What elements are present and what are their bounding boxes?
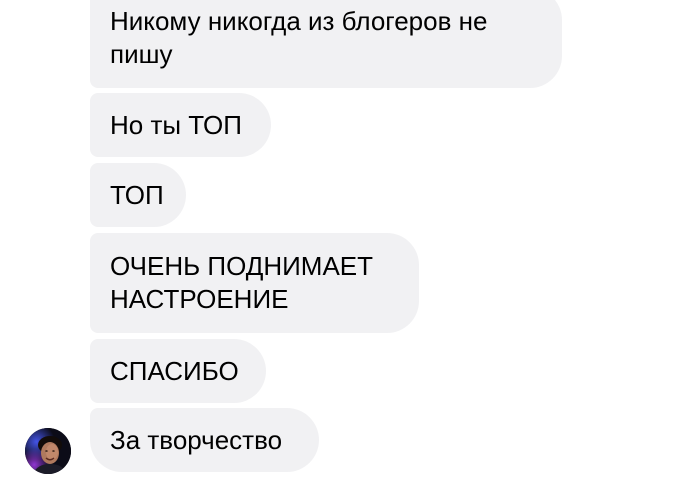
message-bubble[interactable]: Но ты ТОП [90,93,271,157]
user-avatar-icon [25,428,71,474]
message-text: СПАСИБО [110,355,239,386]
message-bubble[interactable]: ТОП [90,163,186,227]
message-text: Но ты ТОП [110,109,242,140]
sender-avatar[interactable] [25,428,71,474]
message-bubble[interactable]: Никому никогда из блогеров не пишу [90,0,562,88]
message-text: За творчество [110,424,283,455]
message-text: Никому никогда из блогеров не пишу [110,6,488,69]
message-text: ОЧЕНЬ ПОДНИМАЕТ НАСТРОЕНИЕ [110,251,374,314]
message-text: ТОП [110,179,164,210]
message-bubble[interactable]: ОЧЕНЬ ПОДНИМАЕТ НАСТРОЕНИЕ [90,233,419,333]
message-bubble[interactable]: СПАСИБО [90,339,266,403]
message-bubble[interactable]: За творчество [90,408,319,472]
chat-thread: Никому никогда из блогеров не пишу Но ты… [0,0,700,488]
